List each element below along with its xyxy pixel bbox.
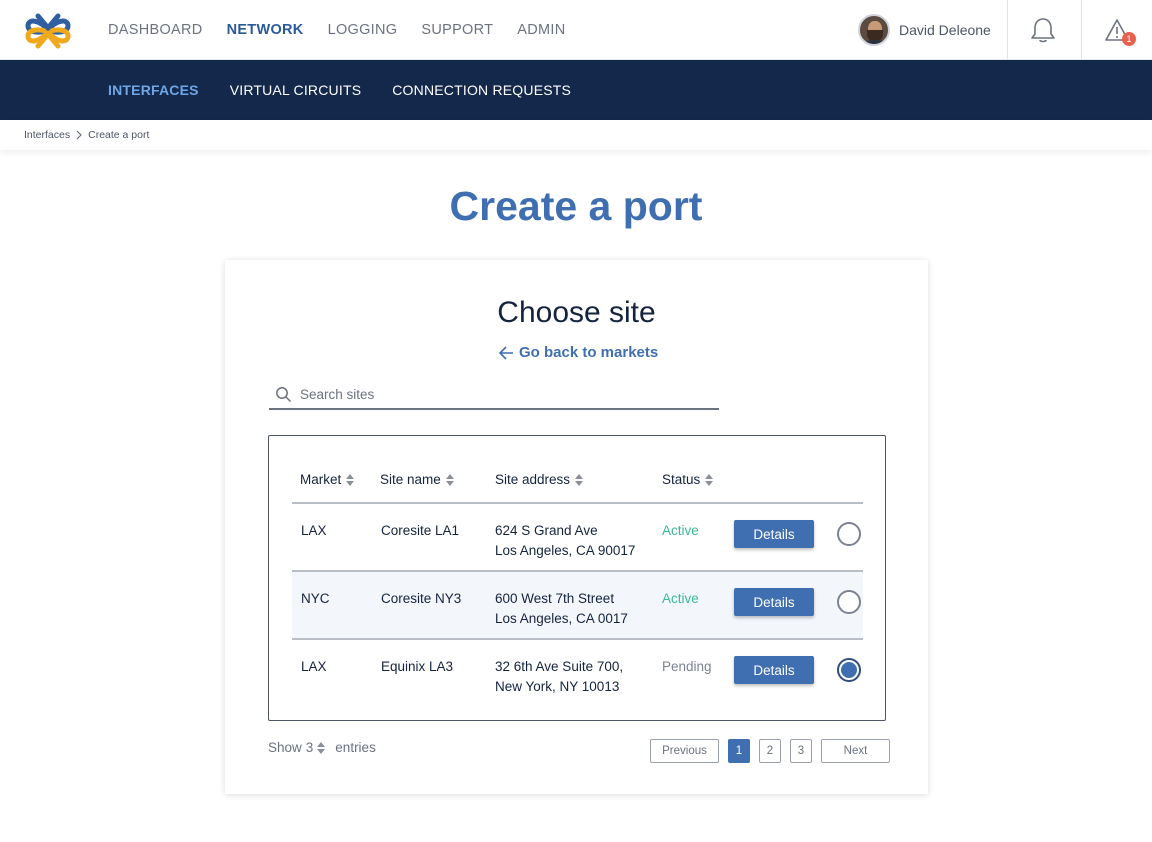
details-button[interactable]: Details <box>734 656 814 684</box>
sort-icon <box>705 473 714 486</box>
row-site-name: Coresite NY3 <box>381 591 462 606</box>
sort-icon <box>346 473 355 486</box>
chevron-right-icon <box>76 130 82 140</box>
main-nav: DASHBOARD NETWORK LOGGING SUPPORT ADMIN <box>108 0 566 60</box>
select-site-radio[interactable] <box>837 522 861 546</box>
row-site-name: Coresite LA1 <box>381 523 460 538</box>
back-to-markets-link[interactable]: Go back to markets <box>497 344 658 361</box>
page-title: Create a port <box>449 183 703 229</box>
search-icon <box>276 386 292 402</box>
column-site-name-label: Site name <box>380 472 441 487</box>
breadcrumb: Interfaces Create a port <box>0 120 1152 150</box>
table-row[interactable]: LAX Coresite LA1 624 S Grand Ave Los Ang… <box>292 504 863 572</box>
card-title: Choose site <box>497 296 656 329</box>
arrow-left-icon <box>498 345 513 360</box>
row-address-line1: 32 6th Ave Suite 700, <box>495 659 624 674</box>
row-market: NYC <box>301 591 330 606</box>
sites-table: Market Site name Site address Status LAX… <box>268 435 886 721</box>
status-badge: Active <box>662 523 699 538</box>
table-row[interactable]: LAX Equinix LA3 32 6th Ave Suite 700, Ne… <box>292 640 863 708</box>
choose-site-card: Choose site Go back to markets Market Si… <box>225 260 928 794</box>
select-site-radio[interactable] <box>837 590 861 614</box>
row-address: 32 6th Ave Suite 700, New York, NY 10013 <box>495 657 623 697</box>
sort-icon <box>445 473 454 486</box>
row-address: 624 S Grand Ave Los Angeles, CA 90017 <box>495 521 635 561</box>
notifications-button[interactable] <box>1007 0 1077 60</box>
show-label: Show <box>268 740 302 755</box>
breadcrumb-current: Create a port <box>88 129 150 141</box>
subnav-interfaces[interactable]: INTERFACES <box>108 82 199 98</box>
row-address: 600 West 7th Street Los Angeles, CA 0017 <box>495 589 628 629</box>
column-market-label: Market <box>300 472 342 487</box>
column-market[interactable]: Market <box>300 472 355 487</box>
row-market: LAX <box>301 523 327 538</box>
nav-admin[interactable]: ADMIN <box>517 22 565 38</box>
nav-dashboard[interactable]: DASHBOARD <box>108 22 203 38</box>
top-navbar: DASHBOARD NETWORK LOGGING SUPPORT ADMIN … <box>0 0 1152 60</box>
sort-icon <box>575 473 584 486</box>
column-site-address-label: Site address <box>495 472 571 487</box>
row-site-name: Equinix LA3 <box>381 659 454 674</box>
nav-support[interactable]: SUPPORT <box>421 22 493 38</box>
subnav-connection-requests[interactable]: CONNECTION REQUESTS <box>392 82 571 98</box>
page-2-button[interactable]: 2 <box>759 739 781 763</box>
column-status-label: Status <box>662 472 701 487</box>
entries-count-select[interactable]: 3 <box>306 740 314 755</box>
avatar <box>858 14 890 46</box>
column-site-name[interactable]: Site name <box>380 472 454 487</box>
page-3-button[interactable]: 3 <box>790 739 812 763</box>
next-page-button[interactable]: Next <box>821 739 890 763</box>
column-status[interactable]: Status <box>662 472 714 487</box>
row-address-line1: 600 West 7th Street <box>495 591 615 606</box>
user-name: David Deleone <box>899 22 991 38</box>
user-menu[interactable]: David Deleone <box>858 14 991 46</box>
row-address-line2: Los Angeles, CA 0017 <box>495 611 628 626</box>
row-address-line2: Los Angeles, CA 90017 <box>495 543 636 558</box>
details-button[interactable]: Details <box>734 520 814 548</box>
nav-network[interactable]: NETWORK <box>227 22 304 38</box>
table-header: Market Site name Site address Status <box>292 464 863 504</box>
alert-count-badge: 1 <box>1122 32 1136 46</box>
alerts-button[interactable]: 1 <box>1081 0 1151 60</box>
page-1-button[interactable]: 1 <box>728 739 750 763</box>
column-site-address[interactable]: Site address <box>495 472 584 487</box>
status-badge: Pending <box>662 659 712 674</box>
details-button[interactable]: Details <box>734 588 814 616</box>
status-badge: Active <box>662 591 699 606</box>
table-row[interactable]: NYC Coresite NY3 600 West 7th Street Los… <box>292 572 863 640</box>
brand-logo-icon[interactable] <box>24 8 72 54</box>
row-market: LAX <box>301 659 327 674</box>
stepper-icon[interactable] <box>317 741 326 754</box>
entries-selector: Show 3 entries <box>268 740 376 755</box>
breadcrumb-interfaces[interactable]: Interfaces <box>24 129 70 141</box>
select-site-radio[interactable] <box>837 658 861 682</box>
search-bar <box>269 380 719 410</box>
previous-page-button[interactable]: Previous <box>650 739 719 763</box>
row-address-line2: New York, NY 10013 <box>495 679 620 694</box>
bell-icon <box>1030 18 1055 43</box>
nav-logging[interactable]: LOGGING <box>328 22 398 38</box>
row-address-line1: 624 S Grand Ave <box>495 523 598 538</box>
entries-label: entries <box>335 740 376 755</box>
back-link-label: Go back to markets <box>519 344 659 361</box>
search-input[interactable] <box>300 386 700 402</box>
subnav-virtual-circuits[interactable]: VIRTUAL CIRCUITS <box>230 82 362 98</box>
pagination: Previous 1 2 3 Next <box>650 739 890 763</box>
sub-navbar: INTERFACES VIRTUAL CIRCUITS CONNECTION R… <box>0 60 1152 120</box>
